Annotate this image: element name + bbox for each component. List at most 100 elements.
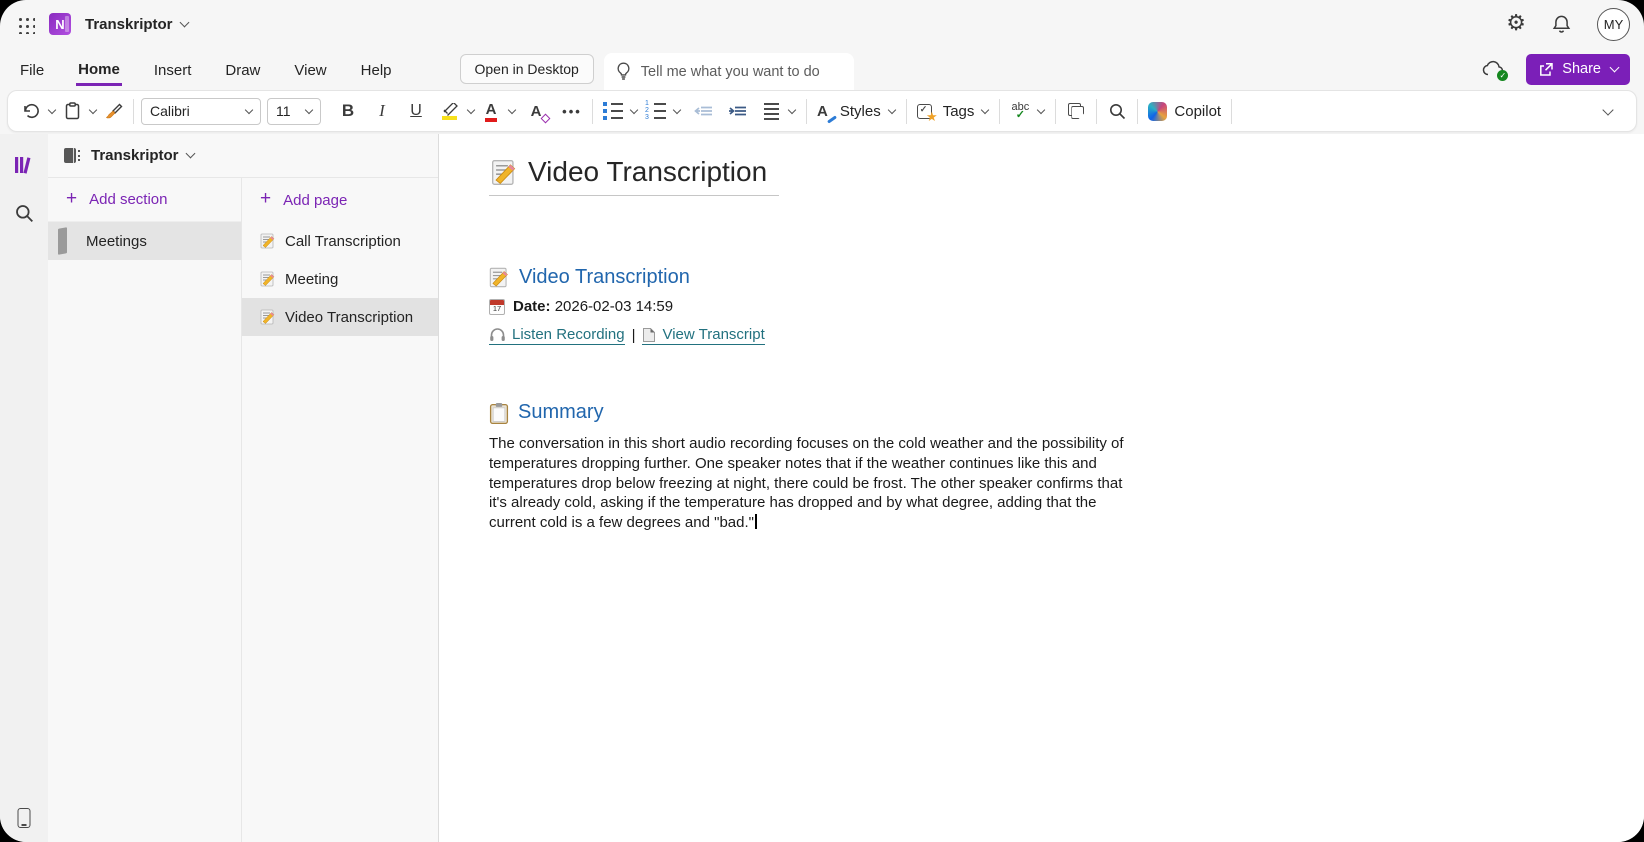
format-painter-button[interactable]	[100, 96, 126, 126]
tags-label: Tags	[942, 102, 975, 120]
decrease-indent-button[interactable]	[690, 96, 716, 126]
italic-glyph: I	[379, 101, 385, 120]
menu-draw[interactable]: Draw	[223, 53, 262, 85]
menu-insert[interactable]: Insert	[152, 53, 194, 85]
notebooks-library-icon[interactable]	[7, 148, 41, 182]
plus-icon: +	[260, 188, 272, 209]
page-canvas[interactable]: Video Transcription Video Transcription	[438, 134, 1644, 842]
numbered-list-button[interactable]: 1 2 3	[641, 96, 669, 126]
add-page-label: Add page	[283, 191, 348, 209]
ribbon-collapse-chevron-icon[interactable]	[1602, 104, 1614, 116]
share-button[interactable]: Share	[1526, 53, 1630, 85]
font-size-select[interactable]: 11	[267, 97, 321, 125]
increase-indent-button[interactable]	[724, 96, 750, 126]
page-label: Meeting	[285, 270, 339, 288]
divider	[592, 98, 593, 124]
paste-button[interactable]	[59, 96, 85, 126]
font-name-chevron-icon	[244, 105, 254, 115]
mobile-phone-icon[interactable]	[17, 808, 31, 828]
styles-button[interactable]: A Styles	[814, 96, 884, 126]
clear-formatting-button[interactable]: A	[523, 96, 551, 126]
date-line[interactable]: 17 Date: 2026-02-03 14:59	[489, 298, 1644, 315]
clipboard-icon	[489, 402, 509, 424]
content-heading[interactable]: Video Transcription	[489, 266, 1644, 289]
numbered-list-chevron-icon[interactable]	[672, 105, 682, 115]
sticky-notes-button[interactable]	[1063, 96, 1089, 126]
text-cursor	[754, 514, 757, 530]
date-value: 2026-02-03 14:59	[554, 298, 674, 315]
page-title-field[interactable]: Video Transcription	[489, 152, 780, 196]
search-button[interactable]	[1104, 96, 1130, 126]
links-line: Listen Recording | View Transcript	[489, 326, 1644, 345]
settings-gear-icon[interactable]: ⚙	[1506, 13, 1526, 35]
notebook-chevron-icon	[185, 148, 195, 159]
page-item-video-transcription[interactable]: Video Transcription	[242, 298, 438, 336]
search-rail-icon[interactable]	[7, 196, 41, 230]
ribbon-row: Calibri 11 B I U A A ••• 1 2 3 A Styles …	[0, 90, 1644, 134]
italic-button[interactable]: I	[369, 96, 395, 126]
undo-button[interactable]	[18, 96, 44, 126]
alignment-chevron-icon[interactable]	[787, 105, 797, 115]
notebook-icon	[64, 147, 81, 164]
tags-chevron-icon[interactable]	[981, 105, 990, 115]
chevron-down-icon[interactable]	[179, 17, 189, 27]
bold-button[interactable]: B	[335, 96, 361, 126]
font-color-chevron-icon[interactable]	[507, 105, 517, 115]
add-section-button[interactable]: + Add section	[48, 178, 241, 222]
notebook-title[interactable]: Transkriptor	[85, 16, 173, 33]
view-transcript-link[interactable]: View Transcript	[642, 326, 765, 345]
listen-recording-link[interactable]: Listen Recording	[489, 326, 625, 345]
bullet-list-button[interactable]	[600, 96, 626, 126]
divider	[1055, 98, 1057, 124]
app-launcher-icon[interactable]	[16, 14, 35, 34]
content-heading-text: Video Transcription	[519, 266, 690, 288]
font-name-select[interactable]: Calibri	[141, 97, 261, 125]
divider	[1096, 98, 1098, 124]
page-item-meeting[interactable]: Meeting	[242, 260, 438, 298]
bullet-list-chevron-icon[interactable]	[629, 105, 639, 115]
spellcheck-button[interactable]: abc ✓	[1007, 96, 1033, 126]
menu-help[interactable]: Help	[359, 53, 394, 85]
add-page-button[interactable]: + Add page	[242, 178, 438, 222]
tell-me-box[interactable]: Tell me what you want to do	[603, 53, 854, 90]
copilot-button[interactable]: Copilot	[1145, 96, 1224, 126]
menu-file[interactable]: File	[18, 53, 46, 85]
clear-formatting-icon: A	[531, 103, 551, 123]
onenote-logo-icon[interactable]: N	[49, 13, 71, 35]
left-rail	[0, 134, 48, 842]
undo-chevron-icon[interactable]	[47, 105, 57, 115]
avatar[interactable]: MY	[1597, 7, 1630, 41]
menu-home[interactable]: Home	[76, 52, 122, 86]
sections-column: + Add section Meetings	[48, 178, 242, 842]
divider	[1231, 98, 1233, 124]
page-label: Video Transcription	[285, 308, 414, 326]
font-name-value: Calibri	[150, 103, 190, 119]
notifications-bell-icon[interactable]	[1552, 14, 1571, 34]
more-formatting-button[interactable]: •••	[559, 96, 585, 126]
plus-icon: +	[66, 187, 78, 209]
summary-heading[interactable]: Summary	[489, 401, 1644, 424]
search-icon	[1109, 103, 1125, 119]
notebook-switcher[interactable]: Transkriptor	[48, 134, 438, 178]
spellcheck-chevron-icon[interactable]	[1037, 105, 1046, 115]
underline-glyph: U	[410, 102, 422, 119]
alignment-button[interactable]	[758, 96, 784, 126]
highlighter-icon	[441, 102, 459, 120]
tags-button[interactable]: ✓ ★ Tags	[914, 96, 978, 126]
menu-view[interactable]: View	[292, 53, 328, 85]
page-item-call-transcription[interactable]: Call Transcription	[242, 222, 438, 260]
sticky-notes-icon	[1068, 103, 1085, 119]
highlighter-chevron-icon[interactable]	[466, 105, 476, 115]
font-color-button[interactable]: A	[478, 96, 504, 126]
highlighter-button[interactable]	[437, 96, 463, 126]
styles-chevron-icon[interactable]	[887, 105, 896, 115]
open-in-desktop-button[interactable]: Open in Desktop	[459, 54, 594, 84]
section-item-meetings[interactable]: Meetings	[48, 222, 241, 260]
summary-paragraph[interactable]: The conversation in this short audio rec…	[489, 434, 1141, 533]
divider	[999, 98, 1001, 124]
headphones-icon	[490, 328, 505, 341]
share-chevron-icon[interactable]	[1609, 62, 1620, 72]
underline-button[interactable]: U	[403, 96, 429, 126]
alignment-icon	[763, 102, 779, 120]
paste-chevron-icon[interactable]	[88, 105, 98, 115]
